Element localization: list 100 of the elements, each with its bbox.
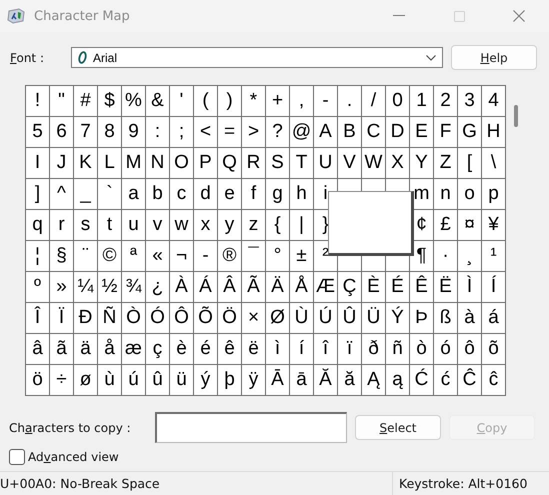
character-cell[interactable]: K: [74, 148, 98, 179]
character-cell[interactable]: v: [146, 210, 170, 241]
character-cell[interactable]: q: [26, 210, 50, 241]
character-cell[interactable]: %: [122, 86, 146, 117]
character-cell[interactable]: L: [98, 148, 122, 179]
character-cell[interactable]: Â: [218, 272, 242, 303]
character-cell[interactable]: ø: [74, 365, 98, 396]
character-cell[interactable]: ;: [170, 117, 194, 148]
character-cell[interactable]: t: [98, 210, 122, 241]
character-cell[interactable]: ù: [98, 365, 122, 396]
character-cell[interactable]: º: [26, 272, 50, 303]
character-cell[interactable]: ¬: [170, 241, 194, 272]
font-dropdown[interactable]: Arial: [71, 47, 443, 68]
character-cell[interactable]: O: [170, 148, 194, 179]
character-cell[interactable]: ¨: [74, 241, 98, 272]
character-cell[interactable]: /: [362, 86, 386, 117]
character-cell[interactable]: g: [266, 179, 290, 210]
character-cell[interactable]: ì: [266, 334, 290, 365]
character-cell[interactable]: ¦: [26, 241, 50, 272]
character-cell[interactable]: ¥: [482, 210, 506, 241]
character-cell[interactable]: ]: [26, 179, 50, 210]
character-cell[interactable]: ?: [266, 117, 290, 148]
character-cell[interactable]: [: [458, 148, 482, 179]
character-cell[interactable]: R: [242, 148, 266, 179]
character-cell[interactable]: ô: [458, 334, 482, 365]
character-cell[interactable]: £: [434, 210, 458, 241]
character-cell[interactable]: §: [50, 241, 74, 272]
character-cell[interactable]: Ï: [50, 303, 74, 334]
character-cell[interactable]: ": [50, 86, 74, 117]
character-cell[interactable]: ò: [410, 334, 434, 365]
character-cell[interactable]: 6: [50, 117, 74, 148]
character-cell[interactable]: (: [194, 86, 218, 117]
character-cell[interactable]: o: [458, 179, 482, 210]
character-cell[interactable]: u: [122, 210, 146, 241]
character-cell[interactable]: ą: [386, 365, 410, 396]
character-cell[interactable]: c: [170, 179, 194, 210]
character-cell[interactable]: «: [146, 241, 170, 272]
character-cell[interactable]: Ó: [146, 303, 170, 334]
character-cell[interactable]: ©: [98, 241, 122, 272]
character-cell[interactable]: Ø: [266, 303, 290, 334]
character-cell[interactable]: n: [434, 179, 458, 210]
character-cell[interactable]: >: [242, 117, 266, 148]
advanced-view-checkbox[interactable]: [9, 449, 25, 465]
character-cell[interactable]: Ā: [266, 365, 290, 396]
character-cell[interactable]: 8: [98, 117, 122, 148]
character-cell[interactable]: <: [194, 117, 218, 148]
character-cell[interactable]: -: [194, 241, 218, 272]
character-cell[interactable]: Ý: [386, 303, 410, 334]
character-cell[interactable]: W: [362, 148, 386, 179]
character-cell[interactable]: î: [314, 334, 338, 365]
character-cell[interactable]: °: [266, 241, 290, 272]
character-cell[interactable]: þ: [218, 365, 242, 396]
character-cell[interactable]: Û: [338, 303, 362, 334]
character-cell[interactable]: æ: [122, 334, 146, 365]
character-cell[interactable]: Æ: [314, 272, 338, 303]
character-cell[interactable]: Þ: [410, 303, 434, 334]
character-cell[interactable]: 5: [26, 117, 50, 148]
character-cell[interactable]: Ê: [410, 272, 434, 303]
character-cell[interactable]: ±: [290, 241, 314, 272]
character-cell[interactable]: U: [314, 148, 338, 179]
character-cell[interactable]: Ú: [314, 303, 338, 334]
character-cell[interactable]: Õ: [194, 303, 218, 334]
character-cell[interactable]: N: [146, 148, 170, 179]
character-cell[interactable]: E: [410, 117, 434, 148]
character-cell[interactable]: &: [146, 86, 170, 117]
character-cell[interactable]: Y: [410, 148, 434, 179]
character-cell[interactable]: d: [194, 179, 218, 210]
character-cell[interactable]: V: [338, 148, 362, 179]
character-cell[interactable]: ç: [146, 334, 170, 365]
character-cell[interactable]: ñ: [386, 334, 410, 365]
select-button[interactable]: Select: [355, 415, 441, 440]
character-cell[interactable]: f: [242, 179, 266, 210]
scrollbar-thumb[interactable]: [514, 105, 518, 127]
character-cell[interactable]: C: [362, 117, 386, 148]
character-cell[interactable]: Ò: [122, 303, 146, 334]
character-cell[interactable]: ö: [26, 365, 50, 396]
character-cell[interactable]: 0: [386, 86, 410, 117]
character-cell[interactable]: ½: [98, 272, 122, 303]
character-cell[interactable]: X: [386, 148, 410, 179]
character-cell[interactable]: h: [290, 179, 314, 210]
character-cell[interactable]: $: [98, 86, 122, 117]
character-cell[interactable]: ï: [338, 334, 362, 365]
character-cell[interactable]: Z: [434, 148, 458, 179]
character-cell[interactable]: ü: [170, 365, 194, 396]
character-cell[interactable]: Ć: [410, 365, 434, 396]
character-cell[interactable]: Ą: [362, 365, 386, 396]
character-cell[interactable]: \: [482, 148, 506, 179]
character-cell[interactable]: @: [290, 117, 314, 148]
character-cell[interactable]: ú: [122, 365, 146, 396]
character-cell[interactable]: #: [74, 86, 98, 117]
character-cell[interactable]: Ã: [242, 272, 266, 303]
character-cell[interactable]: ć: [434, 365, 458, 396]
character-cell[interactable]: I: [26, 148, 50, 179]
character-cell[interactable]: È: [362, 272, 386, 303]
character-cell[interactable]: ·: [434, 241, 458, 272]
character-cell[interactable]: Q: [218, 148, 242, 179]
character-cell[interactable]: Ô: [170, 303, 194, 334]
character-cell[interactable]: s: [74, 210, 98, 241]
character-cell[interactable]: H: [482, 117, 506, 148]
character-cell[interactable]: ^: [50, 179, 74, 210]
